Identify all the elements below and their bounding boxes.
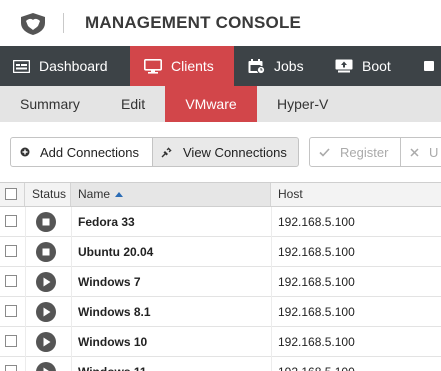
table-row[interactable]: Windows 10 192.168.5.100 xyxy=(0,327,441,357)
row-checkbox[interactable] xyxy=(5,215,17,227)
add-connections-button[interactable]: Add Connections xyxy=(10,137,153,167)
play-status-icon[interactable] xyxy=(36,332,56,352)
column-divider xyxy=(25,237,26,267)
column-divider xyxy=(271,357,272,371)
column-divider xyxy=(25,267,26,297)
shield-logo-icon[interactable] xyxy=(19,12,47,36)
row-checkbox[interactable] xyxy=(5,365,17,371)
dashboard-icon xyxy=(13,59,30,73)
add-circle-icon xyxy=(20,147,30,157)
stop-status-icon[interactable] xyxy=(36,212,56,232)
sort-ascending-icon xyxy=(115,192,124,197)
vm-name: Windows 11 xyxy=(78,357,147,371)
table-row[interactable]: Fedora 33 192.168.5.100 xyxy=(0,207,441,237)
calendar-icon xyxy=(248,58,265,74)
row-checkbox[interactable] xyxy=(5,275,17,287)
close-icon xyxy=(410,147,419,157)
column-divider xyxy=(71,267,72,297)
table-row[interactable]: Windows 11 192.168.5.100 xyxy=(0,357,441,371)
add-connections-label: Add Connections xyxy=(40,144,140,160)
select-all-checkbox[interactable] xyxy=(5,188,17,200)
column-divider xyxy=(25,207,26,237)
column-divider xyxy=(271,237,272,267)
column-divider xyxy=(25,297,26,327)
column-header-status[interactable]: Status xyxy=(25,183,71,206)
column-divider xyxy=(271,297,272,327)
tab-summary[interactable]: Summary xyxy=(20,86,80,122)
clients-table: Status Name Host Fedora 33 192.168.5.100 U… xyxy=(0,182,441,371)
monitor-icon xyxy=(144,58,162,74)
plug-icon xyxy=(161,147,172,158)
row-checkbox[interactable] xyxy=(5,335,17,347)
column-divider xyxy=(71,207,72,237)
tab-edit[interactable]: Edit xyxy=(121,86,145,122)
table-row[interactable]: Windows 7 192.168.5.100 xyxy=(0,267,441,297)
table-header: Status Name Host xyxy=(0,183,441,207)
column-divider xyxy=(71,327,72,357)
unregister-label: U xyxy=(429,144,439,160)
row-checkbox[interactable] xyxy=(5,245,17,257)
view-connections-button[interactable]: View Connections xyxy=(152,137,299,167)
register-button[interactable]: Register xyxy=(309,137,401,167)
column-header-name[interactable]: Name xyxy=(71,183,271,206)
column-divider xyxy=(271,327,272,357)
vm-host: 192.168.5.100 xyxy=(278,275,355,289)
app-title: MANAGEMENT CONSOLE xyxy=(85,13,302,32)
vm-name: Windows 8.1 xyxy=(78,305,151,319)
unregister-button[interactable]: U xyxy=(400,137,441,167)
nav-label-dashboard: Dashboard xyxy=(39,58,108,74)
nav-item-clients[interactable]: Clients xyxy=(130,46,234,86)
tab-vmware[interactable]: VMware xyxy=(165,86,257,122)
nav-label-clients: Clients xyxy=(171,58,214,74)
play-status-icon[interactable] xyxy=(36,272,56,292)
toolbar: Add Connections View Connections Registe… xyxy=(0,122,441,182)
tab-hyper-v[interactable]: Hyper-V xyxy=(277,86,328,122)
sub-nav: Summary Edit VMware Hyper-V xyxy=(0,86,441,122)
column-divider xyxy=(71,237,72,267)
column-header-name-label: Name xyxy=(78,187,111,201)
vm-name: Windows 7 xyxy=(78,275,141,289)
nav-item-jobs[interactable]: Jobs xyxy=(234,46,322,86)
view-connections-label: View Connections xyxy=(183,144,287,160)
nav-item-overflow[interactable] xyxy=(420,46,441,86)
vm-name: Fedora 33 xyxy=(78,215,135,229)
vm-name: Ubuntu 20.04 xyxy=(78,245,154,259)
header-divider xyxy=(63,13,64,33)
vm-host: 192.168.5.100 xyxy=(278,357,355,371)
check-icon xyxy=(319,147,330,157)
table-row[interactable]: Windows 8.1 192.168.5.100 xyxy=(0,297,441,327)
register-label: Register xyxy=(340,144,389,160)
vm-name: Windows 10 xyxy=(78,335,148,349)
nav-item-boot[interactable]: Boot xyxy=(322,46,412,86)
play-status-icon[interactable] xyxy=(36,362,56,371)
column-divider xyxy=(71,357,72,371)
column-header-host[interactable]: Host xyxy=(271,183,441,206)
column-divider xyxy=(71,297,72,327)
vm-host: 192.168.5.100 xyxy=(278,215,355,229)
column-divider xyxy=(271,207,272,237)
vm-host: 192.168.5.100 xyxy=(278,245,355,259)
nav-label-boot: Boot xyxy=(362,58,391,74)
nav-item-dashboard[interactable]: Dashboard xyxy=(0,46,130,86)
vm-host: 192.168.5.100 xyxy=(278,305,355,319)
app-header: MANAGEMENT CONSOLE xyxy=(0,0,441,46)
nav-label-jobs: Jobs xyxy=(274,58,304,74)
column-divider xyxy=(271,267,272,297)
main-nav: Dashboard Clients Jobs Boot xyxy=(0,46,441,86)
stop-status-icon[interactable] xyxy=(36,242,56,262)
row-checkbox[interactable] xyxy=(5,305,17,317)
vm-host: 192.168.5.100 xyxy=(278,335,355,349)
column-divider xyxy=(25,327,26,357)
column-select-all xyxy=(0,183,25,206)
table-row[interactable]: Ubuntu 20.04 192.168.5.100 xyxy=(0,237,441,267)
overflow-icon xyxy=(424,61,434,71)
boot-icon xyxy=(335,59,353,73)
column-divider xyxy=(25,357,26,371)
play-status-icon[interactable] xyxy=(36,302,56,322)
